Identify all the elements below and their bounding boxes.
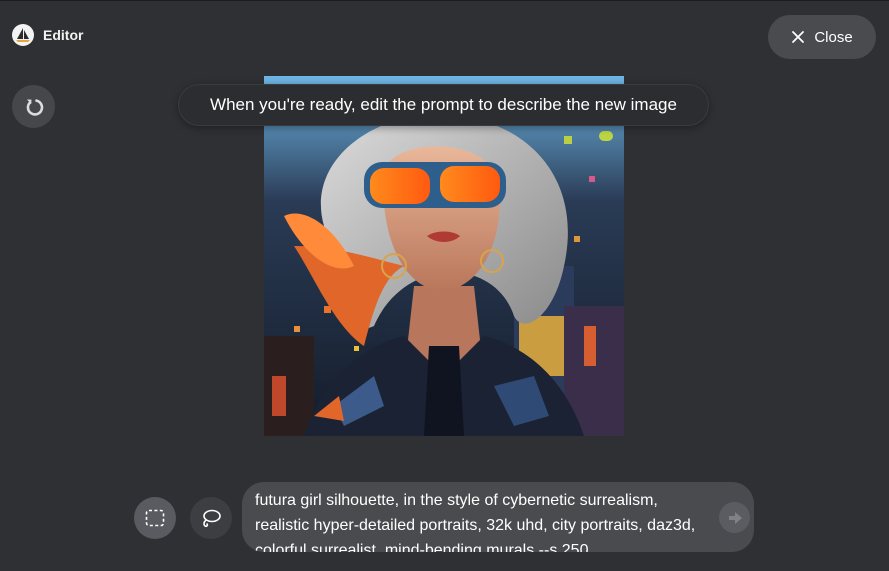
generated-image	[264, 76, 624, 436]
lasso-button[interactable]	[190, 497, 232, 539]
close-button[interactable]: Close	[768, 15, 876, 59]
close-button-label: Close	[814, 28, 853, 46]
close-icon	[792, 31, 805, 43]
prompt-input-box[interactable]: futura girl silhouette, in the style of …	[242, 482, 754, 552]
rectangle-select-icon	[145, 509, 165, 527]
prompt-input[interactable]: futura girl silhouette, in the style of …	[255, 488, 715, 552]
prompt-hint-tooltip: When you're ready, edit the prompt to de…	[178, 84, 709, 126]
arrow-right-icon	[728, 511, 742, 524]
rectangle-select-button[interactable]	[134, 497, 176, 539]
undo-button[interactable]	[12, 85, 55, 128]
lasso-icon	[203, 509, 221, 528]
editor-window: Editor Close When you're ready, edit the…	[0, 0, 889, 571]
editor-header: Editor	[12, 24, 83, 46]
page-title: Editor	[43, 27, 84, 43]
undo-icon	[26, 98, 43, 116]
submit-button[interactable]	[719, 502, 750, 533]
sailboat-logo-icon	[12, 24, 34, 46]
